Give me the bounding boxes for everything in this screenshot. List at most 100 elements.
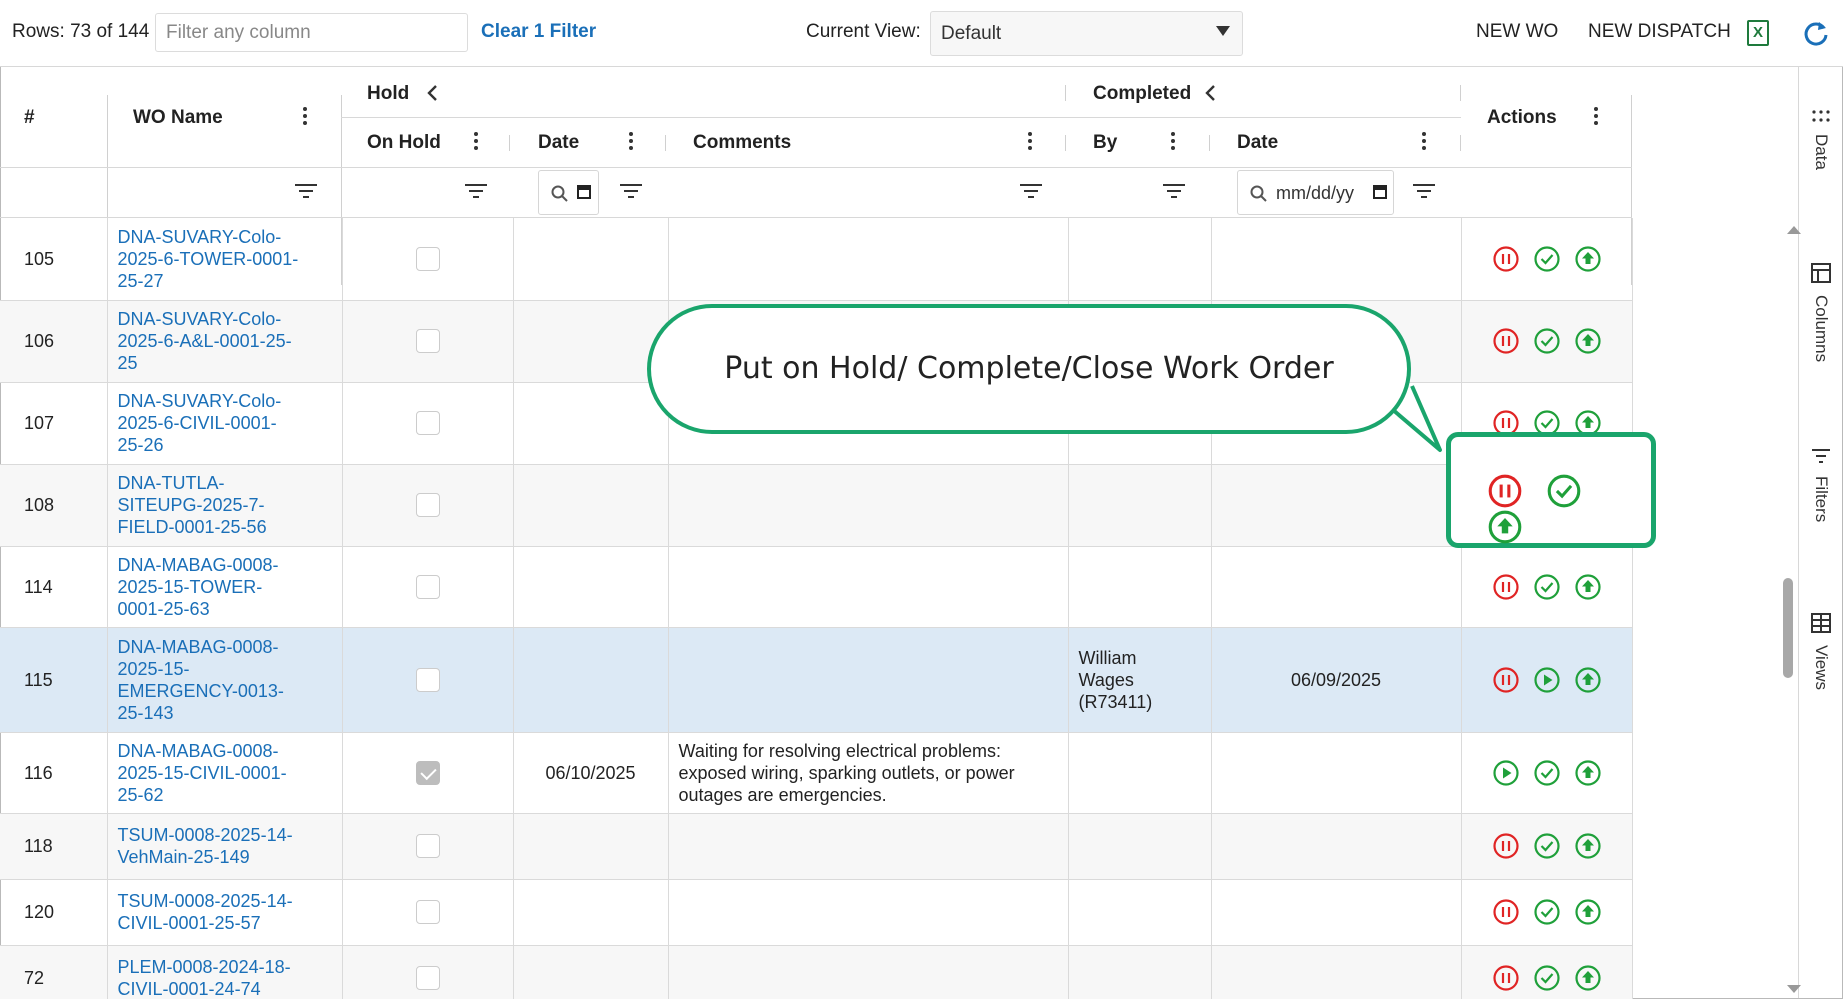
close-upload-icon[interactable]	[1574, 573, 1602, 601]
wo-name-link[interactable]: DNA-MABAG-0008- 2025-15-TOWER- 0001-25-6…	[118, 554, 332, 620]
table-row[interactable]: 115 DNA-MABAG-0008- 2025-15- EMERGENCY-00…	[0, 627, 1633, 733]
filter-icon[interactable]	[295, 184, 317, 200]
on-hold-checkbox[interactable]	[415, 411, 440, 436]
on-hold-checkbox[interactable]	[415, 667, 440, 692]
wo-name-link[interactable]: DNA-SUVARY-Colo- 2025-6-TOWER-0001- 25-2…	[118, 226, 332, 292]
table-row[interactable]: 105 DNA-SUVARY-Colo- 2025-6-TOWER-0001- 2…	[0, 218, 1633, 301]
col-header-hold-date[interactable]: Date	[538, 132, 579, 154]
pause-hold-icon[interactable]	[1487, 473, 1523, 509]
on-hold-checkbox[interactable]	[415, 493, 440, 518]
resume-play-icon[interactable]	[1533, 666, 1561, 694]
column-menu-icon[interactable]	[1421, 132, 1427, 154]
filter-icon[interactable]	[465, 184, 487, 200]
hold-date-cell	[513, 813, 669, 880]
on-hold-checkbox[interactable]	[415, 329, 440, 354]
wo-name-link[interactable]: DNA-MABAG-0008- 2025-15-CIVIL-0001- 25-6…	[118, 740, 332, 806]
close-upload-icon[interactable]	[1574, 898, 1602, 926]
complete-check-icon[interactable]	[1533, 832, 1561, 860]
complete-check-icon[interactable]	[1533, 573, 1561, 601]
row-actions	[1461, 813, 1633, 880]
wo-name-link[interactable]: DNA-SUVARY-Colo- 2025-6-A&L-0001-25- 25	[118, 308, 332, 374]
on-hold-checkbox[interactable]	[415, 246, 440, 271]
close-upload-icon[interactable]	[1574, 964, 1602, 992]
scrollbar-thumb[interactable]	[1783, 578, 1793, 678]
wo-name-link[interactable]: DNA-SUVARY-Colo- 2025-6-CIVIL-0001- 25-2…	[118, 390, 332, 456]
completed-date-filter-input[interactable]: mm/dd/yy	[1237, 170, 1394, 215]
scroll-down-arrow-icon[interactable]	[1787, 985, 1801, 993]
collapse-completed-chevron-icon[interactable]	[1204, 84, 1218, 102]
wo-name-link[interactable]: PLEM-0008-2024-18- CIVIL-0001-24-74	[118, 956, 332, 999]
column-menu-icon[interactable]	[1593, 107, 1599, 129]
pause-hold-icon[interactable]	[1492, 245, 1520, 273]
excel-export-icon[interactable]: X	[1747, 20, 1769, 46]
close-upload-icon[interactable]	[1487, 509, 1523, 545]
on-hold-checkbox[interactable]	[415, 966, 440, 991]
table-row[interactable]: 72 PLEM-0008-2024-18- CIVIL-0001-24-74	[0, 945, 1633, 999]
col-header-completed-by[interactable]: By	[1093, 132, 1117, 154]
pause-hold-icon[interactable]	[1492, 832, 1520, 860]
filter-icon[interactable]	[620, 184, 642, 200]
side-data-tab[interactable]: Data	[1799, 109, 1843, 170]
hold-date-filter-input[interactable]	[538, 170, 599, 215]
pause-hold-icon[interactable]	[1492, 898, 1520, 926]
col-header-completed-date[interactable]: Date	[1237, 132, 1278, 154]
resume-play-icon[interactable]	[1492, 759, 1520, 787]
pause-hold-icon[interactable]	[1492, 327, 1520, 355]
pause-hold-icon[interactable]	[1492, 964, 1520, 992]
column-menu-icon[interactable]	[628, 132, 634, 154]
complete-check-icon[interactable]	[1533, 327, 1561, 355]
completed-date-cell	[1211, 218, 1462, 301]
on-hold-checkbox[interactable]	[415, 834, 440, 859]
scroll-up-arrow-icon[interactable]	[1787, 226, 1801, 234]
close-upload-icon[interactable]	[1574, 759, 1602, 787]
group-header-hold: Hold	[367, 83, 410, 104]
row-number: 105	[0, 218, 108, 301]
complete-check-icon[interactable]	[1546, 473, 1582, 509]
side-views-tab[interactable]: Views	[1799, 612, 1843, 690]
complete-check-icon[interactable]	[1533, 759, 1561, 787]
side-filters-tab[interactable]: Filters	[1799, 447, 1843, 522]
complete-check-icon[interactable]	[1533, 245, 1561, 273]
table-row[interactable]: 114 DNA-MABAG-0008- 2025-15-TOWER- 0001-2…	[0, 546, 1633, 628]
collapse-hold-chevron-icon[interactable]	[426, 84, 440, 102]
pause-hold-icon[interactable]	[1492, 573, 1520, 601]
column-menu-icon[interactable]	[1170, 132, 1176, 154]
refresh-icon[interactable]	[1802, 19, 1830, 47]
close-upload-icon[interactable]	[1574, 245, 1602, 273]
col-header-on-hold[interactable]: On Hold	[367, 132, 441, 154]
side-columns-tab[interactable]: Columns	[1799, 262, 1843, 362]
filter-icon[interactable]	[1020, 184, 1042, 200]
new-dispatch-button[interactable]: NEW DISPATCH	[1588, 21, 1731, 43]
pause-hold-icon[interactable]	[1492, 666, 1520, 694]
col-header-comments[interactable]: Comments	[693, 132, 791, 154]
close-upload-icon[interactable]	[1574, 832, 1602, 860]
wo-name-link[interactable]: DNA-MABAG-0008- 2025-15- EMERGENCY-0013-…	[118, 636, 332, 724]
table-row[interactable]: 120 TSUM-0008-2025-14- CIVIL-0001-25-57	[0, 879, 1633, 946]
table-row[interactable]: 118 TSUM-0008-2025-14- VehMain-25-149	[0, 813, 1633, 880]
close-upload-icon[interactable]	[1574, 327, 1602, 355]
complete-check-icon[interactable]	[1533, 964, 1561, 992]
clear-filter-link[interactable]: Clear 1 Filter	[481, 21, 596, 43]
filter-row-divider	[0, 167, 1632, 168]
table-row[interactable]: 108 DNA-TUTLA- SITEUPG-2025-7- FIELD-0001…	[0, 464, 1633, 547]
wo-name-link[interactable]: TSUM-0008-2025-14- CIVIL-0001-25-57	[118, 890, 332, 934]
column-menu-icon[interactable]	[473, 132, 479, 154]
current-view-select[interactable]: Default	[930, 11, 1243, 56]
on-hold-checkbox[interactable]	[415, 760, 440, 785]
row-actions	[1461, 218, 1633, 301]
new-wo-button[interactable]: NEW WO	[1476, 21, 1558, 43]
complete-check-icon[interactable]	[1533, 898, 1561, 926]
wo-name-link[interactable]: DNA-TUTLA- SITEUPG-2025-7- FIELD-0001-25…	[118, 472, 332, 538]
wo-name-link[interactable]: TSUM-0008-2025-14- VehMain-25-149	[118, 824, 332, 868]
column-menu-icon[interactable]	[1027, 132, 1033, 154]
table-row[interactable]: 116 DNA-MABAG-0008- 2025-15-CIVIL-0001- 2…	[0, 732, 1633, 814]
column-menu-icon[interactable]	[302, 107, 308, 129]
on-hold-checkbox[interactable]	[415, 574, 440, 599]
on-hold-checkbox[interactable]	[415, 900, 440, 925]
filter-icon[interactable]	[1413, 184, 1435, 200]
filter-any-column-input[interactable]	[155, 13, 468, 52]
close-upload-icon[interactable]	[1574, 666, 1602, 694]
row-number: 107	[0, 382, 108, 465]
filter-icon[interactable]	[1163, 184, 1185, 200]
col-header-wo-name[interactable]: WO Name	[133, 107, 223, 129]
